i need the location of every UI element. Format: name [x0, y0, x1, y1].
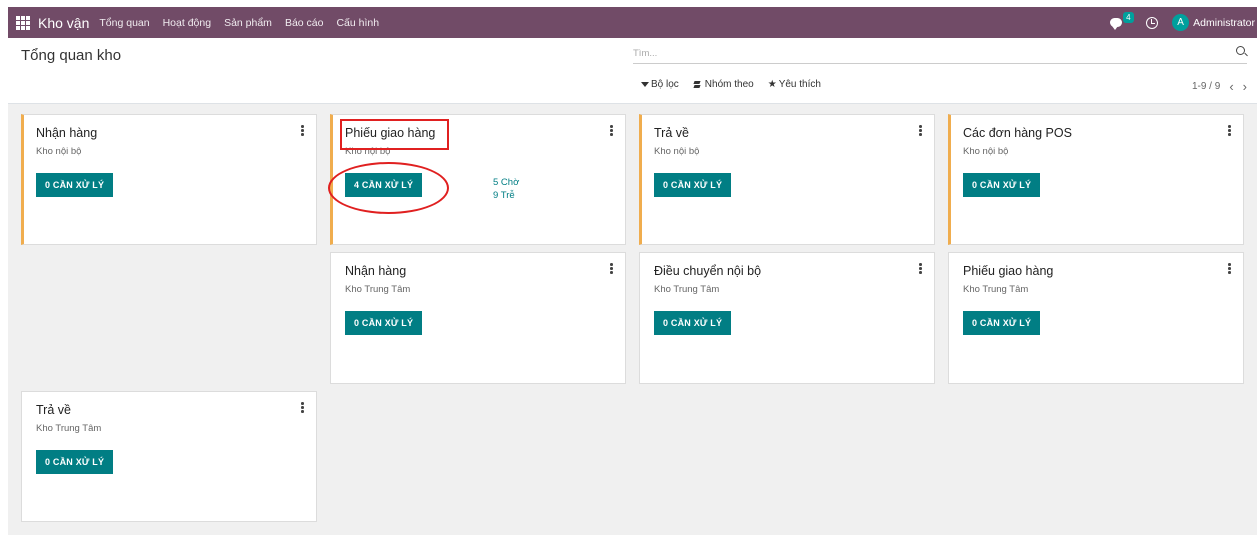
kanban-card[interactable]: Trả về Kho nội bộ 0 CẦN XỬ LÝ [639, 114, 935, 245]
control-panel: Tổng quan kho Bộ lọc Nhóm theo ★ Yêu thí… [8, 38, 1257, 104]
card-subtitle: Kho nội bộ [654, 146, 700, 157]
card-title[interactable]: Trả về [36, 403, 71, 417]
app-brand[interactable]: Kho vận [38, 15, 89, 31]
kanban-card[interactable]: Phiếu giao hàng Kho Trung Tâm 0 CẦN XỬ L… [948, 252, 1244, 384]
chat-count-badge: 4 [1123, 11, 1134, 23]
kanban-card[interactable]: Trả về Kho Trung Tâm 0 CẦN XỬ LÝ [21, 391, 317, 522]
menu-item-operations[interactable]: Hoạt động [163, 17, 211, 29]
favorites-button[interactable]: ★ Yêu thích [768, 79, 821, 90]
chat-icon[interactable]: 4 [1110, 11, 1136, 33]
menu-item-products[interactable]: Sản phẩm [224, 17, 272, 29]
apps-grid-icon[interactable] [16, 15, 30, 30]
card-subtitle: Kho nội bộ [36, 146, 82, 157]
star-icon: ★ [767, 79, 777, 90]
navbar-systray: 4 A Administrator [1110, 7, 1257, 38]
group-by-button[interactable]: Nhóm theo [693, 79, 754, 90]
search-input[interactable] [633, 44, 1213, 63]
layers-icon [693, 81, 702, 89]
card-subtitle: Kho Trung Tâm [654, 284, 720, 295]
filter-button[interactable]: Bộ lọc [641, 79, 679, 90]
card-title[interactable]: Phiếu giao hàng [963, 264, 1053, 278]
card-stats: 5 Chờ 9 Trễ [493, 176, 519, 202]
kanban-card[interactable]: Nhận hàng Kho Trung Tâm 0 CẦN XỬ LÝ [330, 252, 626, 384]
to-process-button[interactable]: 0 CẦN XỬ LÝ [963, 311, 1041, 335]
to-process-button[interactable]: 0 CẦN XỬ LÝ [654, 173, 732, 197]
pager-next-icon[interactable]: › [1243, 79, 1247, 94]
card-title[interactable]: Nhận hàng [345, 264, 406, 278]
filter-icon [641, 82, 649, 87]
main-menu: Tổng quan Hoạt động Sản phẩm Báo cáo Cấu… [99, 17, 392, 29]
annotation-highlight-ellipse [328, 162, 449, 214]
search-box [633, 43, 1247, 64]
card-menu-icon[interactable] [610, 263, 613, 274]
card-title[interactable]: Các đơn hàng POS [963, 126, 1072, 140]
card-menu-icon[interactable] [919, 263, 922, 274]
user-name[interactable]: Administrator [1193, 17, 1255, 29]
avatar[interactable]: A [1172, 14, 1190, 31]
filter-label: Bộ lọc [651, 79, 679, 90]
card-menu-icon[interactable] [1228, 263, 1231, 274]
kanban-card[interactable]: Nhận hàng Kho nội bộ 0 CẦN XỬ LÝ [21, 114, 317, 245]
card-subtitle: Kho Trung Tâm [36, 423, 102, 434]
card-menu-icon[interactable] [919, 125, 922, 136]
card-subtitle: Kho nội bộ [963, 146, 1009, 157]
favorites-label: Yêu thích [778, 79, 821, 90]
top-navbar: Kho vận Tổng quan Hoạt động Sản phẩm Báo… [8, 7, 1257, 38]
pager: 1-9 / 9 ‹ › [1192, 79, 1247, 94]
card-menu-icon[interactable] [301, 402, 304, 413]
to-process-button[interactable]: 0 CẦN XỬ LÝ [345, 311, 423, 335]
group-by-label: Nhóm theo [704, 79, 754, 90]
late-link[interactable]: 9 Trễ [493, 189, 519, 202]
menu-item-configuration[interactable]: Cấu hình [336, 17, 379, 29]
annotation-highlight-box [340, 119, 449, 150]
card-menu-icon[interactable] [301, 125, 304, 136]
kanban-card[interactable]: Các đơn hàng POS Kho nội bộ 0 CẦN XỬ LÝ [948, 114, 1244, 245]
page-title: Tổng quan kho [21, 47, 122, 64]
pager-previous-icon[interactable]: ‹ [1229, 79, 1233, 94]
to-process-button[interactable]: 0 CẦN XỬ LÝ [36, 173, 114, 197]
kanban-card[interactable]: Điều chuyển nội bộ Kho Trung Tâm 0 CẦN X… [639, 252, 935, 384]
menu-item-reports[interactable]: Báo cáo [285, 17, 324, 29]
to-process-button[interactable]: 0 CẦN XỬ LÝ [963, 173, 1041, 197]
card-title[interactable]: Trả về [654, 126, 689, 140]
waiting-link[interactable]: 5 Chờ [493, 176, 519, 189]
kanban-view: Nhận hàng Kho nội bộ 0 CẦN XỬ LÝ Phiếu g… [8, 104, 1257, 535]
card-menu-icon[interactable] [610, 125, 613, 136]
search-icon[interactable] [1236, 46, 1245, 55]
pager-value[interactable]: 1-9 / 9 [1192, 81, 1220, 92]
menu-item-overview[interactable]: Tổng quan [99, 17, 149, 29]
clock-icon[interactable] [1146, 16, 1159, 29]
search-options: Bộ lọc Nhóm theo ★ Yêu thích [641, 79, 835, 90]
to-process-button[interactable]: 0 CẦN XỬ LÝ [654, 311, 732, 335]
card-title[interactable]: Nhận hàng [36, 126, 97, 140]
card-menu-icon[interactable] [1228, 125, 1231, 136]
card-subtitle: Kho Trung Tâm [963, 284, 1029, 295]
card-subtitle: Kho Trung Tâm [345, 284, 411, 295]
card-title[interactable]: Điều chuyển nội bộ [654, 264, 761, 278]
to-process-button[interactable]: 0 CẦN XỬ LÝ [36, 450, 114, 474]
